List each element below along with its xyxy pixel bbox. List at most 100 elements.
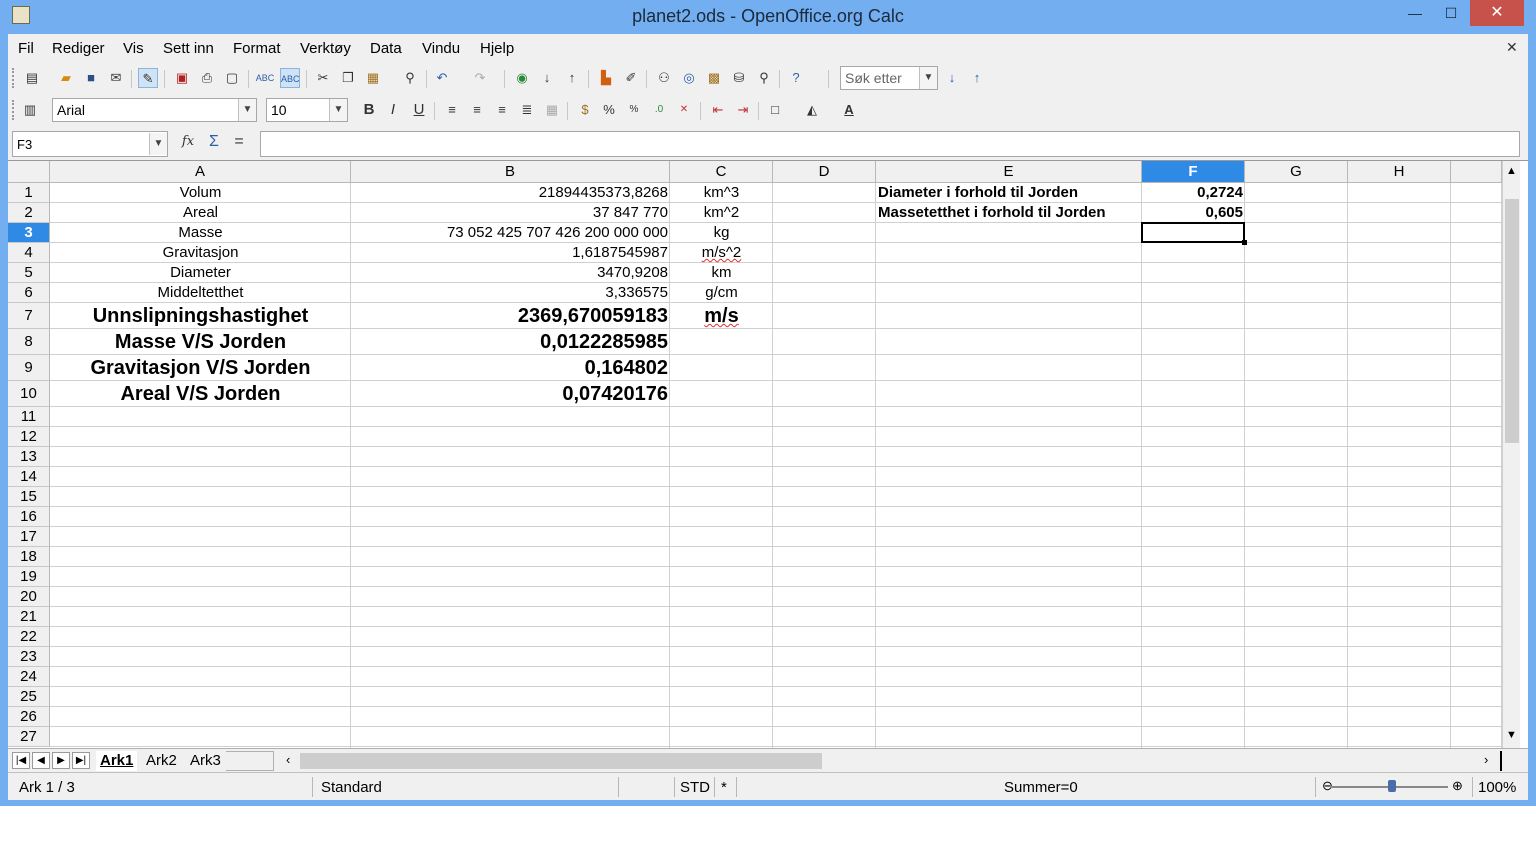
- column-header-partial[interactable]: [1451, 161, 1502, 183]
- cell-c5[interactable]: km: [672, 263, 771, 283]
- cell-a8[interactable]: Masse V/S Jorden: [52, 329, 349, 355]
- cell-c1[interactable]: km^3: [672, 183, 771, 203]
- cell-a3[interactable]: Masse: [52, 223, 349, 243]
- row-header-11[interactable]: 11: [8, 407, 50, 427]
- italic-icon[interactable]: I: [383, 100, 403, 120]
- column-header-c[interactable]: C: [670, 161, 773, 183]
- row-header-3[interactable]: 3: [8, 223, 50, 243]
- close-document-icon[interactable]: ✕: [1506, 39, 1518, 56]
- search-combo[interactable]: Søk etter ▼: [840, 66, 938, 90]
- chevron-down-icon[interactable]: ▼: [919, 67, 937, 89]
- formula-input[interactable]: [260, 131, 1520, 157]
- scroll-down-icon[interactable]: ▼: [1506, 729, 1517, 741]
- split-handle[interactable]: [1500, 751, 1502, 771]
- vertical-scroll-thumb[interactable]: [1505, 199, 1519, 443]
- previous-sheet-icon[interactable]: ◀: [32, 752, 50, 769]
- copy-icon[interactable]: ❐: [338, 68, 358, 88]
- row-header-15[interactable]: 15: [8, 487, 50, 507]
- zoom-slider-handle[interactable]: [1388, 780, 1396, 792]
- menu-edit[interactable]: Rediger: [52, 40, 105, 57]
- cut-icon[interactable]: ✂: [313, 68, 333, 88]
- cell-a6[interactable]: Middeltetthet: [52, 283, 349, 303]
- font-size-combo[interactable]: 10 ▼: [266, 98, 348, 122]
- align-right-icon[interactable]: ≡: [492, 100, 512, 120]
- menu-window[interactable]: Vindu: [422, 40, 460, 57]
- sheet-tab-ark3[interactable]: Ark3: [186, 751, 225, 771]
- menu-insert[interactable]: Sett inn: [163, 40, 214, 57]
- row-header-12[interactable]: 12: [8, 427, 50, 447]
- scroll-up-icon[interactable]: ▲: [1506, 165, 1517, 177]
- cell-c6[interactable]: g/cm: [672, 283, 771, 303]
- draw-functions-icon[interactable]: ✐: [621, 68, 641, 88]
- row-header-22[interactable]: 22: [8, 627, 50, 647]
- row-header-8[interactable]: 8: [8, 329, 50, 355]
- increase-indent-icon[interactable]: ⇥: [733, 100, 753, 120]
- undo-icon[interactable]: ↶: [432, 68, 452, 88]
- name-box[interactable]: F3 ▼: [12, 131, 168, 157]
- row-header-21[interactable]: 21: [8, 607, 50, 627]
- find-next-icon[interactable]: ↓: [942, 68, 962, 88]
- chevron-down-icon[interactable]: ▼: [149, 133, 167, 155]
- sum-display[interactable]: Summer=0: [1004, 779, 1078, 796]
- sheet-tab-ark2[interactable]: Ark2: [142, 751, 181, 771]
- first-sheet-icon[interactable]: |◀: [12, 752, 30, 769]
- redo-icon[interactable]: ↷: [470, 68, 490, 88]
- active-cell-cursor[interactable]: [1141, 222, 1245, 243]
- column-header-a[interactable]: A: [50, 161, 351, 183]
- cell-c2[interactable]: km^2: [672, 203, 771, 223]
- row-header-25[interactable]: 25: [8, 687, 50, 707]
- cell-b8[interactable]: 0,0122285985: [353, 329, 668, 355]
- row-header-27[interactable]: 27: [8, 727, 50, 747]
- cell-f2[interactable]: 0,605: [1144, 203, 1243, 223]
- minimize-button[interactable]: —: [1398, 0, 1432, 26]
- merge-cells-icon[interactable]: ▦: [542, 100, 562, 120]
- menu-data[interactable]: Data: [370, 40, 402, 57]
- cell-b7[interactable]: 2369,670059183: [353, 303, 668, 329]
- delete-decimal-icon[interactable]: ✕: [674, 100, 694, 120]
- function-wizard-icon[interactable]: fx: [178, 132, 198, 152]
- function-icon[interactable]: =: [229, 132, 249, 152]
- toolbar-handle[interactable]: [12, 68, 15, 88]
- cell-b1[interactable]: 21894435373,8268: [353, 183, 668, 203]
- find-previous-icon[interactable]: ↑: [967, 68, 987, 88]
- justify-icon[interactable]: ≣: [517, 100, 537, 120]
- chevron-down-icon[interactable]: ▼: [329, 99, 347, 121]
- export-pdf-icon[interactable]: ▣: [172, 68, 192, 88]
- chart-icon[interactable]: ▙: [596, 68, 616, 88]
- horizontal-scroll-thumb[interactable]: [300, 753, 822, 769]
- close-button[interactable]: ✕: [1470, 0, 1524, 26]
- zoom-level[interactable]: 100%: [1478, 779, 1516, 796]
- sort-descending-icon[interactable]: ↑: [562, 68, 582, 88]
- font-name-combo[interactable]: Arial ▼: [52, 98, 257, 122]
- open-icon[interactable]: ▰: [56, 68, 76, 88]
- maximize-button[interactable]: ☐: [1434, 0, 1468, 26]
- column-header-e[interactable]: E: [876, 161, 1142, 183]
- cell-e2[interactable]: Massetetthet i forhold til Jorden: [878, 203, 1140, 223]
- scroll-right-icon[interactable]: ›: [1484, 752, 1488, 767]
- menu-tools[interactable]: Verktøy: [300, 40, 351, 57]
- column-header-h[interactable]: H: [1348, 161, 1451, 183]
- row-header-1[interactable]: 1: [8, 183, 50, 203]
- scroll-left-icon[interactable]: ‹: [286, 752, 290, 767]
- edit-mode-icon[interactable]: ✎: [138, 68, 158, 88]
- cell-f1[interactable]: 0,2724: [1144, 183, 1243, 203]
- spellcheck-icon[interactable]: ABC: [255, 68, 275, 88]
- column-header-f[interactable]: F: [1142, 161, 1245, 183]
- cell-c3[interactable]: kg: [672, 223, 771, 243]
- cell-b9[interactable]: 0,164802: [353, 355, 668, 381]
- add-decimal-icon[interactable]: .0: [649, 100, 669, 120]
- autospellcheck-icon[interactable]: ABC: [280, 68, 300, 88]
- row-header-2[interactable]: 2: [8, 203, 50, 223]
- cell-a1[interactable]: Volum: [52, 183, 349, 203]
- row-header-19[interactable]: 19: [8, 567, 50, 587]
- cell-a5[interactable]: Diameter: [52, 263, 349, 283]
- select-all-corner[interactable]: [8, 161, 50, 183]
- sum-icon[interactable]: Σ: [204, 132, 224, 152]
- vertical-scrollbar[interactable]: ▲ ▼: [1502, 161, 1520, 749]
- cell-b6[interactable]: 3,336575: [353, 283, 668, 303]
- row-header-4[interactable]: 4: [8, 243, 50, 263]
- fill-handle[interactable]: [1242, 240, 1247, 245]
- background-color-icon[interactable]: ◭: [802, 100, 822, 120]
- align-center-icon[interactable]: ≡: [467, 100, 487, 120]
- row-header-9[interactable]: 9: [8, 355, 50, 381]
